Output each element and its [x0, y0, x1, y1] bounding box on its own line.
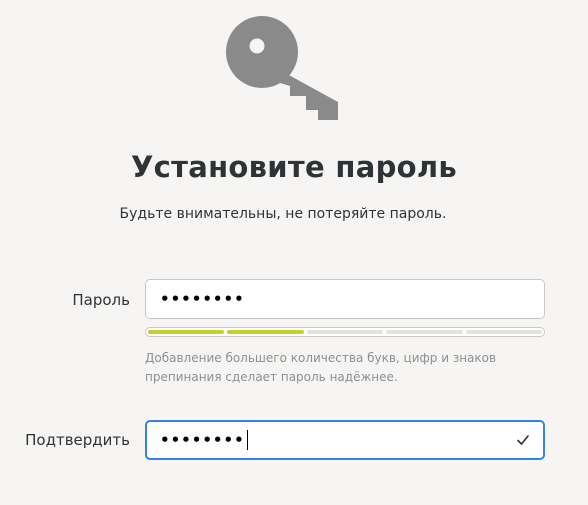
strength-segment-empty	[306, 330, 384, 334]
password-hint: Добавление большего количества букв, циф…	[145, 351, 497, 384]
confirm-masked-value: ••••••••	[160, 430, 245, 449]
strength-segment-empty	[465, 330, 543, 334]
strength-segment-filled	[148, 330, 225, 334]
password-setup-page: Установите пароль Будьте внимательны, не…	[0, 0, 588, 505]
page-subtitle: Будьте внимательны, не потеряйте пароль.	[119, 206, 447, 222]
password-masked-value: ••••••••	[160, 289, 245, 308]
checkmark-icon	[517, 435, 529, 445]
key-icon	[226, 16, 338, 120]
confirm-password-field[interactable]: ••••••••	[145, 420, 545, 460]
password-label: Пароль	[72, 291, 130, 309]
password-strength-bar	[145, 327, 545, 337]
confirm-label: Подтвердить	[25, 431, 130, 449]
strength-segment-filled	[227, 330, 304, 334]
strength-segment-empty	[386, 330, 463, 334]
page-title: Установите пароль	[130, 150, 458, 184]
password-field[interactable]: ••••••••	[145, 279, 545, 319]
text-cursor	[246, 430, 248, 450]
